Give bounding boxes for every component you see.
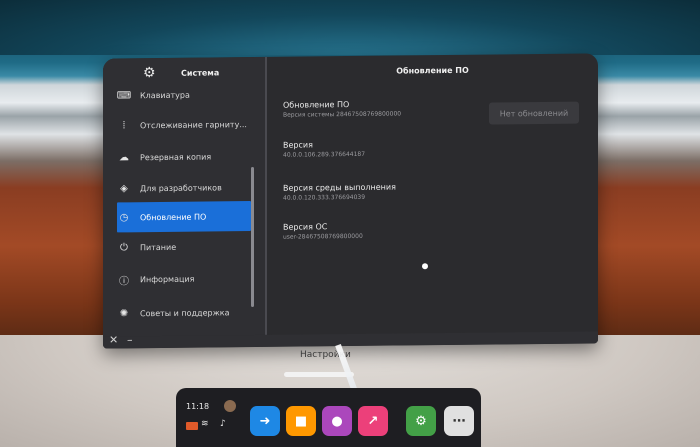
clock-icon: ◷: [119, 211, 129, 223]
sidebar: ⚙ Система ⌨ Клавиатура ⦙ Отслеживание га…: [103, 56, 267, 337]
cloud-icon: ☁: [119, 151, 129, 163]
share-app-icon[interactable]: ↗: [358, 406, 388, 436]
avatar[interactable]: [224, 400, 236, 412]
os-label: Версия ОС: [283, 222, 328, 232]
sidebar-item-label: Клавиатура: [140, 90, 190, 100]
sidebar-item-software-update[interactable]: ◷ Обновление ПО: [117, 201, 251, 233]
power-icon: ⏻: [120, 241, 128, 253]
sidebar-item-info[interactable]: ⓘ Информация: [117, 263, 253, 294]
sidebar-item-label: Обновление ПО: [140, 212, 207, 222]
os-value: user-28467508769800000: [283, 232, 363, 241]
version-label: Версия: [283, 140, 313, 150]
clock-time: 11:18: [186, 402, 210, 411]
battery-icon: [186, 422, 198, 430]
sidebar-item-power[interactable]: ⏻ Питание: [117, 231, 253, 262]
update-label: Обновление ПО: [283, 100, 350, 110]
sidebar-item-label: Советы и поддержка: [140, 307, 230, 318]
sidebar-scrollbar[interactable]: [251, 167, 254, 308]
window-grab-handle[interactable]: [284, 372, 354, 377]
runtime-value: 40.0.0.120.333.376694039: [283, 193, 366, 202]
sidebar-item-tips[interactable]: ✺ Советы и поддержка: [117, 297, 253, 328]
update-block: Обновление ПО Версия системы 28467508769…: [283, 99, 402, 119]
bell-icon: ♪: [220, 419, 226, 429]
main-content: Обновление ПО Обновление ПО Версия систе…: [267, 53, 598, 334]
tracking-icon: ⦙: [122, 119, 126, 131]
no-updates-button[interactable]: Нет обновлений: [489, 101, 579, 125]
os-block: Версия ОС user-28467508769800000: [283, 222, 363, 241]
more-app-icon[interactable]: ⋯: [444, 406, 474, 436]
shop-app-icon[interactable]: ■: [286, 406, 316, 436]
close-icon[interactable]: ✕: [109, 333, 118, 346]
settings-app-icon[interactable]: ⚙: [406, 406, 436, 436]
keyboard-icon: ⌨: [116, 89, 132, 101]
dock-bar: 11:18 ≋ ♪ ➜ ■ ● ↗ ⚙ ⋯: [176, 388, 481, 447]
gear-icon: ⚙: [143, 65, 156, 82]
sidebar-item-label: Для разработчиков: [140, 182, 222, 193]
info-icon: ⓘ: [119, 275, 129, 287]
store-app-icon[interactable]: ➜: [250, 406, 280, 436]
runtime-block: Версия среды выполнения 40.0.0.120.333.3…: [283, 183, 396, 202]
update-value: Версия системы 28467508769800000: [283, 110, 402, 119]
sidebar-title: Система: [181, 68, 220, 78]
version-block: Версия 40.0.0.106.289.376644187: [283, 140, 366, 159]
settings-window: ⚙ Система ⌨ Клавиатура ⦙ Отслеживание га…: [103, 53, 598, 349]
sidebar-item-label: Отслеживание гарниту...: [140, 119, 247, 130]
runtime-label: Версия среды выполнения: [283, 182, 396, 193]
lightbulb-icon: ✺: [119, 307, 129, 319]
minimize-icon[interactable]: –: [127, 333, 133, 346]
people-app-icon[interactable]: ●: [322, 406, 352, 436]
sky-background: [0, 0, 700, 55]
sidebar-item-keyboard[interactable]: ⌨ Клавиатура: [117, 79, 253, 110]
version-value: 40.0.0.106.289.376644187: [283, 150, 366, 159]
sidebar-item-label: Резервная копия: [140, 151, 212, 162]
cube-icon: ◈: [120, 182, 128, 194]
sidebar-item-backup[interactable]: ☁ Резервная копия: [117, 141, 253, 172]
wifi-icon: ≋: [201, 419, 209, 429]
sidebar-item-label: Информация: [140, 274, 195, 284]
sidebar-item-developer[interactable]: ◈ Для разработчиков: [117, 172, 253, 203]
sidebar-item-tracking[interactable]: ⦙ Отслеживание гарниту...: [117, 109, 253, 140]
sidebar-item-label: Питание: [140, 242, 177, 252]
page-title: Обновление ПО: [396, 65, 469, 76]
cursor-dot: [422, 263, 428, 270]
